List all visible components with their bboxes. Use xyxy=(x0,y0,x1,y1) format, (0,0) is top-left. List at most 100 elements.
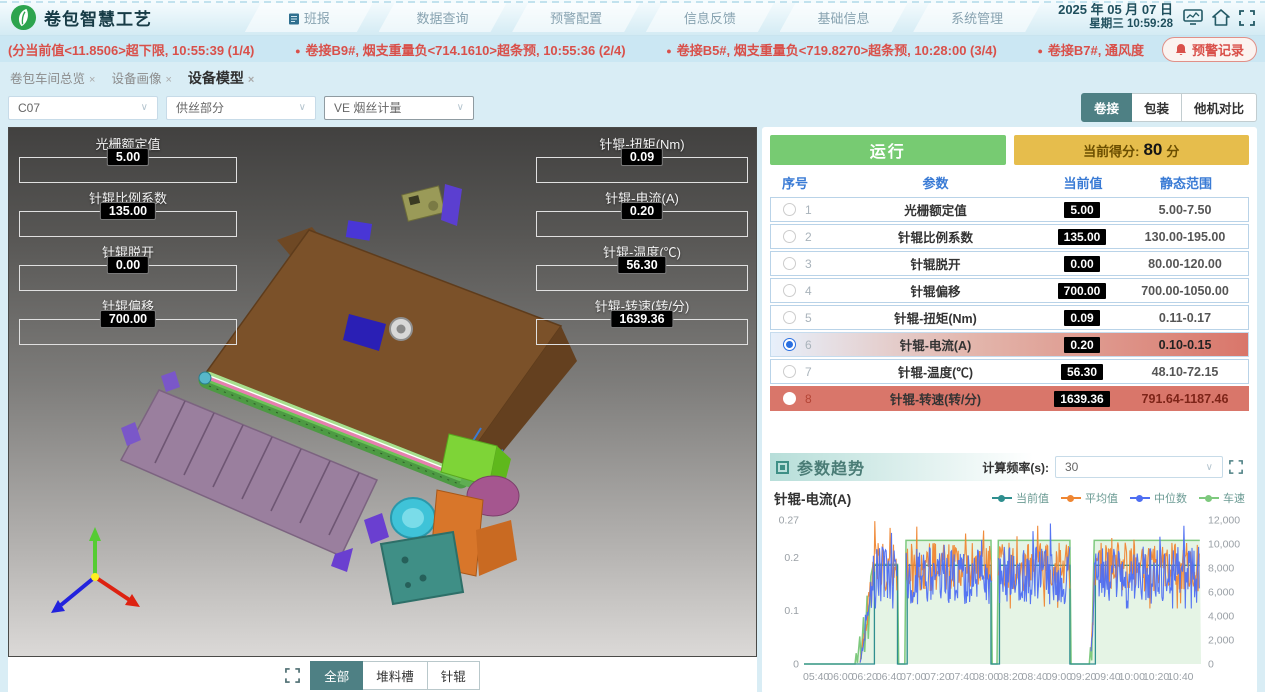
fullscreen-icon[interactable] xyxy=(1239,10,1255,26)
nav-item-班报[interactable]: 班报 xyxy=(245,3,373,32)
trend-chart[interactable]: 00.10.20.2702,0004,0006,0008,00010,00012… xyxy=(770,510,1249,688)
dashboard-monitor-icon[interactable] xyxy=(1183,9,1203,26)
nav-item-数据查询[interactable]: 数据查询 xyxy=(379,3,507,32)
row-radio[interactable] xyxy=(783,284,796,297)
alert-dot-icon: ● xyxy=(295,46,300,56)
table-row-param-8[interactable]: 8针辊-转速(转/分) 1639.36 791.64-1187.46 xyxy=(770,386,1249,411)
row-radio[interactable] xyxy=(783,365,796,378)
datetime: 2025 年 05 月 07 日 星期三 10:59:28 xyxy=(1058,3,1173,31)
breadcrumb-tab-设备模型[interactable]: 设备模型× xyxy=(188,70,254,86)
row-radio[interactable] xyxy=(783,311,796,324)
legend-item-当前值[interactable]: 当前值 xyxy=(992,490,1049,506)
row-number: 4 xyxy=(805,284,812,298)
breadcrumb-tab-卷包车间总览[interactable]: 卷包车间总览× xyxy=(10,72,95,86)
filter-toolbar: C07∨ 供丝部分∨ VE 烟丝计量∨ 卷接包装他机对比 xyxy=(0,90,1265,127)
svg-text:4,000: 4,000 xyxy=(1208,611,1234,623)
table-row-param-6[interactable]: 6针辊-电流(A)0.200.10-0.15 xyxy=(770,332,1249,357)
trend-fullscreen-button[interactable] xyxy=(1229,460,1243,474)
chevron-down-icon: ∨ xyxy=(141,102,148,113)
section-select[interactable]: 供丝部分∨ xyxy=(166,96,316,120)
nav-item-信息反馈[interactable]: 信息反馈 xyxy=(646,3,774,32)
param-name-cell: 针辊偏移 xyxy=(829,281,1042,300)
chart-legend: 当前值平均值中位数车速 xyxy=(992,490,1245,506)
breadcrumb-tab-设备画像[interactable]: 设备画像× xyxy=(111,72,171,86)
model-part-tab-堆料槽[interactable]: 堆料槽 xyxy=(363,661,428,690)
breadcrumb: 卷包车间总览× 设备画像× 设备模型× xyxy=(0,62,1265,90)
svg-text:08:20: 08:20 xyxy=(997,671,1023,683)
param-name-cell: 针辊-转速(转/分) xyxy=(829,389,1042,408)
table-row-param-1[interactable]: 1光栅额定值5.005.00-7.50 xyxy=(770,197,1249,222)
row-radio[interactable] xyxy=(783,392,796,405)
legend-item-车速[interactable]: 车速 xyxy=(1199,490,1245,506)
svg-text:06:20: 06:20 xyxy=(852,671,878,683)
svg-text:10,000: 10,000 xyxy=(1208,539,1240,551)
current-value-cell: 0.00 xyxy=(1042,256,1122,272)
nav-item-预警配置[interactable]: 预警配置 xyxy=(512,3,640,32)
svg-text:2,000: 2,000 xyxy=(1208,635,1234,647)
unit-select[interactable]: VE 烟丝计量∨ xyxy=(324,96,474,120)
model-part-tab-针辊[interactable]: 针辊 xyxy=(428,661,480,690)
legend-item-中位数[interactable]: 中位数 xyxy=(1130,490,1187,506)
section-icon xyxy=(776,461,789,474)
value-badge: 56.30 xyxy=(1061,364,1103,380)
static-range-cell: 0.11-0.17 xyxy=(1122,311,1248,325)
close-icon[interactable]: × xyxy=(248,74,254,86)
table-row-param-5[interactable]: 5针辊-扭矩(Nm)0.090.11-0.17 xyxy=(770,305,1249,330)
home-icon[interactable] xyxy=(1212,9,1230,26)
svg-text:8,000: 8,000 xyxy=(1208,563,1234,575)
close-icon[interactable]: × xyxy=(89,74,95,86)
col-header-当前值: 当前值 xyxy=(1043,173,1123,192)
alert-message: ●卷接B7#, 通风度 xyxy=(1037,40,1144,59)
view-tabs: 卷接包装他机对比 xyxy=(1081,93,1257,122)
tab-卷接[interactable]: 卷接 xyxy=(1081,93,1132,122)
svg-text:0: 0 xyxy=(793,659,799,671)
model-part-tab-全部[interactable]: 全部 xyxy=(310,661,363,690)
svg-text:09:40: 09:40 xyxy=(1094,671,1120,683)
row-index-cell: 7 xyxy=(771,365,829,379)
nav-item-label: 系统管理 xyxy=(951,11,1003,26)
machine-select[interactable]: C07∨ xyxy=(8,96,158,120)
row-radio[interactable] xyxy=(783,257,796,270)
row-index-cell: 8 xyxy=(771,392,829,406)
table-row-param-7[interactable]: 7针辊-温度(℃)56.3048.10-72.15 xyxy=(770,359,1249,384)
alert-message: (分当前值<11.8506>超下限, 10:55:39 (1/4) xyxy=(8,40,254,59)
freq-select[interactable]: 30∨ xyxy=(1055,456,1223,478)
run-status-badge: 运行 xyxy=(770,135,1006,165)
current-value-cell: 0.20 xyxy=(1042,337,1122,353)
model-fullscreen-button[interactable] xyxy=(285,668,300,683)
alert-record-button[interactable]: 预警记录 xyxy=(1162,37,1257,62)
value-badge: 1639.36 xyxy=(1054,391,1109,407)
svg-text:12,000: 12,000 xyxy=(1208,515,1240,527)
svg-text:07:40: 07:40 xyxy=(949,671,975,683)
equipment-model-card: 光栅额定值5.00针辊比例系数135.00针辊脱开0.00针辊偏移700.00针… xyxy=(8,127,757,692)
chevron-down-icon: ∨ xyxy=(457,102,464,113)
row-number: 7 xyxy=(805,365,812,379)
tab-包装[interactable]: 包装 xyxy=(1132,93,1182,122)
alert-message: ●卷接B5#, 烟支重量负<719.8270>超条预, 10:28:00 (3/… xyxy=(666,40,997,59)
row-number: 3 xyxy=(805,257,812,271)
table-row-param-2[interactable]: 2针辊比例系数135.00130.00-195.00 xyxy=(770,224,1249,249)
close-icon[interactable]: × xyxy=(165,74,171,86)
legend-item-平均值[interactable]: 平均值 xyxy=(1061,490,1118,506)
tab-他机对比[interactable]: 他机对比 xyxy=(1182,93,1257,122)
param-name-cell: 针辊-扭矩(Nm) xyxy=(829,308,1042,327)
trend-section-header: 参数趋势 计算频率(s): 30∨ xyxy=(770,453,1249,481)
row-radio[interactable] xyxy=(783,338,796,351)
svg-text:0.27: 0.27 xyxy=(779,515,800,527)
svg-text:10:20: 10:20 xyxy=(1143,671,1169,683)
static-range-cell: 700.00-1050.00 xyxy=(1122,284,1248,298)
nav-item-基础信息[interactable]: 基础信息 xyxy=(780,3,908,32)
row-radio[interactable] xyxy=(783,203,796,216)
svg-text:0.2: 0.2 xyxy=(784,552,799,564)
static-range-cell: 791.64-1187.46 xyxy=(1122,392,1248,406)
value-badge: 135.00 xyxy=(1058,229,1107,245)
value-badge: 700.00 xyxy=(1058,283,1107,299)
table-row-param-3[interactable]: 3针辊脱开0.0080.00-120.00 xyxy=(770,251,1249,276)
svg-text:0: 0 xyxy=(1208,659,1214,671)
row-radio[interactable] xyxy=(783,230,796,243)
legend-swatch xyxy=(1199,497,1219,499)
table-row-param-4[interactable]: 4 针辊偏移 700.00 700.00-1050.00 xyxy=(770,278,1249,303)
nav-item-系统管理[interactable]: 系统管理 xyxy=(913,3,1041,32)
chart-title: 针辊-电流(A) xyxy=(774,488,851,508)
param-name-cell: 针辊脱开 xyxy=(829,254,1042,273)
